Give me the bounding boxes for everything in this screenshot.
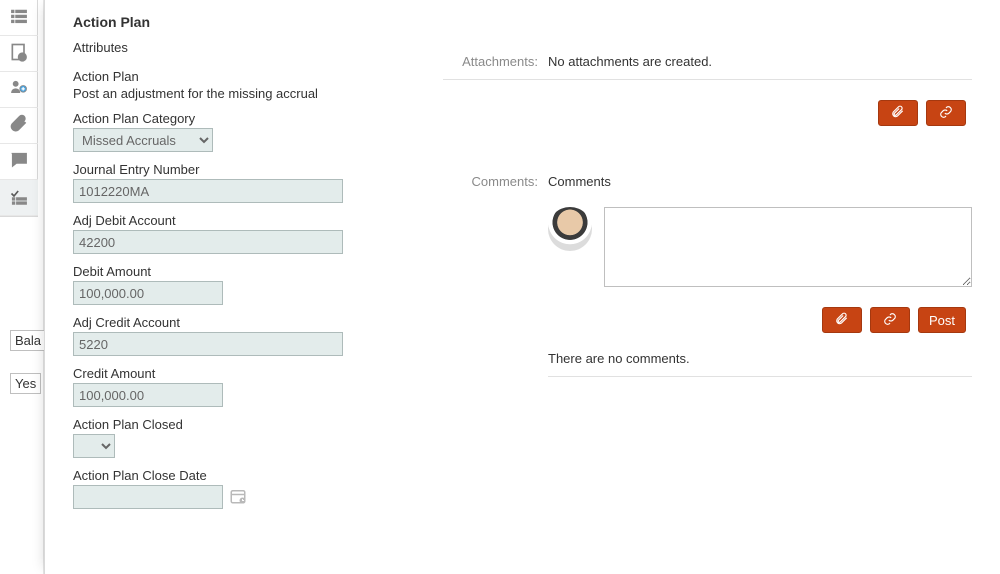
adj-debit-account-label: Adj Debit Account bbox=[73, 213, 423, 228]
svg-text:i: i bbox=[22, 56, 23, 62]
action-plan-text-block: Action Plan Post an adjustment for the m… bbox=[73, 69, 423, 101]
attachments-buttons bbox=[443, 100, 972, 126]
attachments-row: Attachments: No attachments are created. bbox=[443, 54, 972, 80]
comment-icon bbox=[9, 150, 29, 173]
journal-entry-label: Journal Entry Number bbox=[73, 162, 423, 177]
action-plan-label: Action Plan bbox=[73, 69, 423, 84]
attach-file-button[interactable] bbox=[878, 100, 918, 126]
adj-credit-account-block: Adj Credit Account bbox=[73, 315, 423, 356]
clip-icon bbox=[835, 312, 849, 329]
close-date-label: Action Plan Close Date bbox=[73, 468, 423, 483]
credit-amount-block: Credit Amount bbox=[73, 366, 423, 407]
post-button[interactable]: Post bbox=[918, 307, 966, 333]
comment-attach-link-button[interactable] bbox=[870, 307, 910, 333]
side-rail: i bbox=[0, 0, 38, 217]
debit-amount-block: Debit Amount bbox=[73, 264, 423, 305]
action-plan-panel: Action Plan Attributes Action Plan Post … bbox=[44, 0, 1000, 574]
rail-tab-action-plan[interactable] bbox=[0, 180, 38, 216]
link-icon bbox=[883, 312, 897, 329]
comments-empty-text: There are no comments. bbox=[548, 345, 972, 377]
panel-title: Action Plan bbox=[73, 14, 423, 30]
category-label: Action Plan Category bbox=[73, 111, 423, 126]
bg-field-1: Bala bbox=[10, 330, 46, 351]
comment-attach-file-button[interactable] bbox=[822, 307, 862, 333]
category-select[interactable]: Missed Accruals bbox=[73, 128, 213, 152]
clip-icon bbox=[891, 105, 905, 122]
adj-debit-account-block: Adj Debit Account bbox=[73, 213, 423, 254]
attachments-empty-text: No attachments are created. bbox=[548, 54, 972, 69]
close-date-block: Action Plan Close Date bbox=[73, 468, 423, 509]
closed-select[interactable] bbox=[73, 434, 115, 458]
comment-compose bbox=[548, 207, 972, 287]
comments-row: Comments: Comments bbox=[443, 174, 972, 377]
people-icon bbox=[9, 78, 29, 101]
credit-amount-label: Credit Amount bbox=[73, 366, 423, 381]
rail-tab-attachments[interactable] bbox=[0, 108, 38, 144]
app-root: Bala Yes i bbox=[0, 0, 1000, 574]
checklist-icon bbox=[9, 186, 29, 209]
panel-subtitle: Attributes bbox=[73, 40, 423, 55]
rail-tab-people[interactable] bbox=[0, 72, 38, 108]
clip-icon bbox=[9, 114, 29, 137]
adj-debit-account-input[interactable] bbox=[73, 230, 343, 254]
attach-link-button[interactable] bbox=[926, 100, 966, 126]
attachments-label: Attachments: bbox=[443, 54, 548, 69]
debit-amount-label: Debit Amount bbox=[73, 264, 423, 279]
journal-entry-block: Journal Entry Number bbox=[73, 162, 423, 203]
info-icon: i bbox=[9, 42, 29, 65]
debit-amount-input[interactable] bbox=[73, 281, 223, 305]
attributes-column: Action Plan Attributes Action Plan Post … bbox=[73, 14, 423, 519]
comment-textarea[interactable] bbox=[604, 207, 972, 287]
close-date-input[interactable] bbox=[73, 485, 223, 509]
closed-label: Action Plan Closed bbox=[73, 417, 423, 432]
comments-heading: Comments bbox=[548, 174, 972, 189]
comments-label: Comments: bbox=[443, 174, 548, 189]
right-column: Attachments: No attachments are created. bbox=[443, 14, 972, 519]
action-plan-text: Post an adjustment for the missing accru… bbox=[73, 86, 423, 101]
category-block: Action Plan Category Missed Accruals bbox=[73, 111, 423, 152]
bg-field-2: Yes bbox=[10, 373, 41, 394]
list-icon bbox=[9, 6, 29, 29]
calendar-icon[interactable] bbox=[229, 487, 247, 508]
link-icon bbox=[939, 105, 953, 122]
comment-buttons: Post bbox=[548, 307, 972, 333]
avatar bbox=[548, 207, 592, 251]
rail-tab-list[interactable] bbox=[0, 0, 38, 36]
closed-block: Action Plan Closed bbox=[73, 417, 423, 458]
rail-tab-info[interactable]: i bbox=[0, 36, 38, 72]
adj-credit-account-input[interactable] bbox=[73, 332, 343, 356]
adj-credit-account-label: Adj Credit Account bbox=[73, 315, 423, 330]
rail-tab-comments[interactable] bbox=[0, 144, 38, 180]
credit-amount-input[interactable] bbox=[73, 383, 223, 407]
journal-entry-input[interactable] bbox=[73, 179, 343, 203]
